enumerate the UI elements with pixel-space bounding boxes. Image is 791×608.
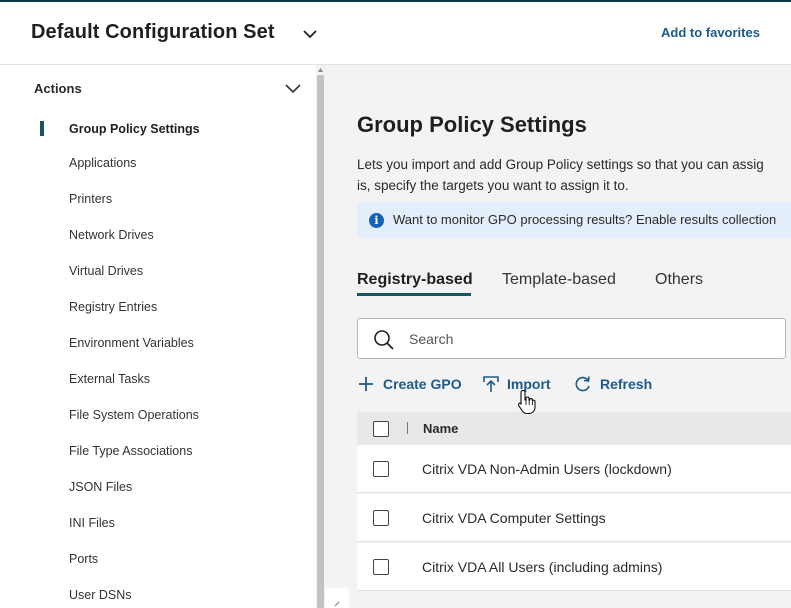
refresh-label: Refresh (600, 376, 653, 392)
info-banner: i Want to monitor GPO processing results… (357, 202, 791, 238)
active-item-marker (40, 121, 44, 136)
sidebar-item-environment-variables[interactable]: Environment Variables (69, 336, 194, 350)
page-title: Group Policy Settings (357, 112, 587, 137)
sidebar-item-file-type-associations[interactable]: File Type Associations (69, 444, 192, 458)
row-checkbox[interactable] (373, 559, 389, 575)
sidebar-item-user-dsns[interactable]: User DSNs (69, 588, 132, 602)
sidebar-scrollbar-thumb[interactable] (317, 75, 324, 608)
sidebar: Actions Group Policy Settings Applicatio… (0, 65, 316, 608)
create-gpo-button[interactable]: Create GPO (357, 375, 467, 395)
table-row[interactable]: Citrix VDA All Users (including admins) (357, 543, 791, 591)
description-line-1: Lets you import and add Group Policy set… (357, 157, 764, 172)
refresh-button[interactable]: Refresh (574, 375, 664, 395)
plus-icon (359, 377, 373, 391)
table-header: Name (357, 412, 791, 445)
chevron-up-icon[interactable] (283, 79, 303, 97)
sidebar-item-json-files[interactable]: JSON Files (69, 480, 132, 494)
refresh-icon (575, 376, 590, 392)
page-description: Lets you import and add Group Policy set… (357, 154, 764, 196)
chevron-left-icon (334, 601, 340, 607)
active-tab-underline (357, 293, 471, 296)
sidebar-item-network-drives[interactable]: Network Drives (69, 228, 154, 242)
sidebar-item-group-policy-settings[interactable]: Group Policy Settings (69, 122, 200, 136)
chevron-down-icon[interactable] (300, 24, 320, 44)
tab-registry-based[interactable]: Registry-based (357, 271, 473, 289)
table-row[interactable]: Citrix VDA Non-Admin Users (lockdown) (357, 445, 791, 493)
sidebar-item-external-tasks[interactable]: External Tasks (69, 372, 150, 386)
add-to-favorites-link[interactable]: Add to favorites (661, 25, 760, 40)
scroll-up-arrow-icon[interactable] (317, 67, 324, 73)
sidebar-item-printers[interactable]: Printers (69, 192, 112, 206)
upload-icon (483, 376, 499, 392)
select-all-checkbox[interactable] (373, 421, 389, 437)
hand-pointer-cursor-icon (517, 389, 536, 415)
sidebar-item-virtual-drives[interactable]: Virtual Drives (69, 264, 143, 278)
sidebar-collapse-tab[interactable] (325, 588, 349, 608)
sidebar-item-ports[interactable]: Ports (69, 552, 98, 566)
page-header: Default Configuration Set Add to favorit… (0, 2, 791, 65)
row-name: Citrix VDA Computer Settings (422, 510, 606, 526)
sidebar-section-title: Actions (34, 81, 82, 96)
search-input[interactable]: Search (357, 318, 786, 359)
row-checkbox[interactable] (373, 510, 389, 526)
create-gpo-label: Create GPO (383, 376, 462, 392)
info-banner-text: Want to monitor GPO processing results? … (393, 212, 777, 227)
table-row[interactable]: Citrix VDA Computer Settings (357, 494, 791, 542)
sidebar-item-ini-files[interactable]: INI Files (69, 516, 115, 530)
tab-others[interactable]: Others (655, 271, 703, 289)
column-separator (407, 422, 408, 434)
search-placeholder: Search (409, 331, 454, 347)
description-line-2: is, specify the targets you want to assi… (357, 178, 629, 193)
config-set-title: Default Configuration Set (31, 21, 275, 43)
tab-template-based[interactable]: Template-based (502, 271, 616, 289)
search-icon (374, 330, 394, 350)
row-name: Citrix VDA All Users (including admins) (422, 559, 663, 575)
row-name: Citrix VDA Non-Admin Users (lockdown) (422, 461, 672, 477)
column-header-name[interactable]: Name (423, 421, 458, 436)
sidebar-item-file-system-operations[interactable]: File System Operations (69, 408, 199, 422)
sidebar-item-registry-entries[interactable]: Registry Entries (69, 300, 157, 314)
sidebar-item-applications[interactable]: Applications (69, 156, 136, 170)
main-content: Group Policy Settings Lets you import an… (325, 65, 791, 608)
info-icon: i (369, 213, 384, 228)
row-checkbox[interactable] (373, 461, 389, 477)
